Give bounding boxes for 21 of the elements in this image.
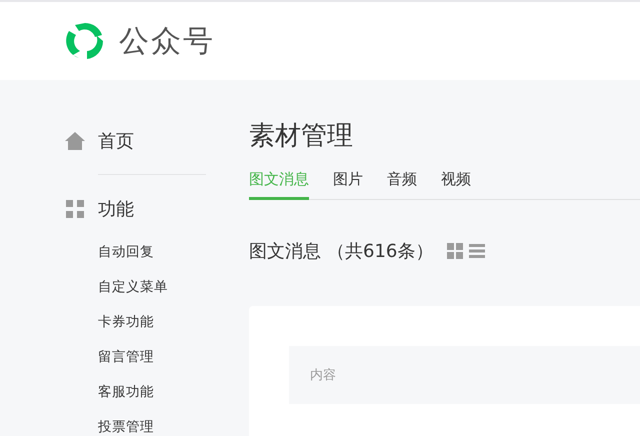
sidebar-item[interactable]: 卡券功能 <box>98 314 249 330</box>
tab[interactable]: 音频 <box>387 170 417 200</box>
column-header: 内容 <box>310 367 336 384</box>
grid-view-icon[interactable] <box>447 243 464 259</box>
sidebar-item[interactable]: 自定义菜单 <box>98 279 249 295</box>
home-icon <box>65 132 85 150</box>
logo-icon <box>65 21 105 61</box>
tab[interactable]: 视频 <box>441 170 471 200</box>
tab[interactable]: 图片 <box>333 170 363 200</box>
page-title: 素材管理 <box>249 120 354 153</box>
list-view-icon[interactable] <box>469 244 486 258</box>
sidebar-item[interactable]: 投票管理 <box>98 419 249 435</box>
item-count: （共616条） <box>327 240 434 263</box>
section-heading: 图文消息 <box>249 240 321 263</box>
sidebar-section[interactable]: 功能 <box>65 196 249 222</box>
grid-icon <box>65 200 85 218</box>
sidebar-item[interactable]: 客服功能 <box>98 384 249 400</box>
sidebar-item[interactable]: 自动回复 <box>98 244 249 260</box>
sidebar-section[interactable]: 首页 <box>65 128 249 154</box>
sidebar-item[interactable]: 留言管理 <box>98 349 249 365</box>
logo-text: 公众号 <box>119 22 215 60</box>
